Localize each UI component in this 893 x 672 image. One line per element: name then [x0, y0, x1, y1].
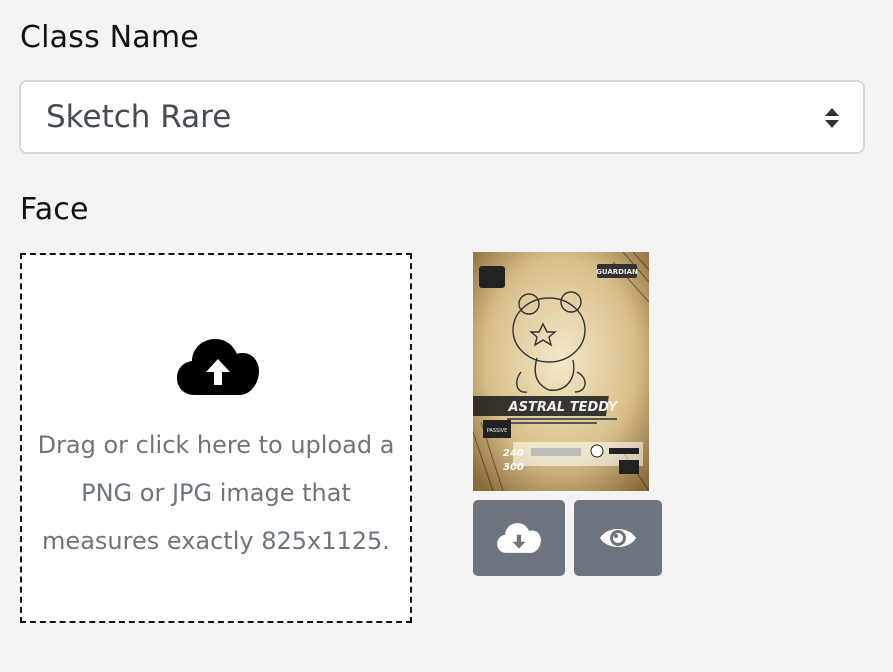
card-stat-health: 300 — [503, 462, 524, 473]
download-button[interactable] — [473, 500, 565, 576]
class-name-label: Class Name — [20, 20, 199, 55]
face-label: Face — [20, 192, 89, 227]
preview-button[interactable] — [574, 500, 662, 576]
select-arrows-icon — [825, 108, 839, 128]
class-name-selected-value: Sketch Rare — [46, 99, 232, 135]
card-stat-attack: 240 — [503, 448, 524, 459]
face-upload-dropzone[interactable]: Drag or click here to upload a PNG or JP… — [20, 253, 412, 623]
cloud-download-icon — [497, 523, 541, 553]
card-passive-label: PASSIVE — [487, 428, 508, 434]
card-name: ASTRAL TEDDY — [508, 400, 619, 415]
card-face-preview: GUARDIAN ASTRAL TEDDY PASSIVE 240 300 — [473, 252, 649, 491]
eye-icon — [600, 529, 636, 547]
card-badge: GUARDIAN — [596, 268, 638, 276]
cloud-upload-icon — [177, 339, 259, 395]
class-name-select[interactable]: Sketch Rare — [19, 80, 865, 154]
card-face-image: GUARDIAN ASTRAL TEDDY PASSIVE 240 300 — [473, 252, 649, 491]
dropzone-instructions: Drag or click here to upload a PNG or JP… — [37, 431, 395, 555]
